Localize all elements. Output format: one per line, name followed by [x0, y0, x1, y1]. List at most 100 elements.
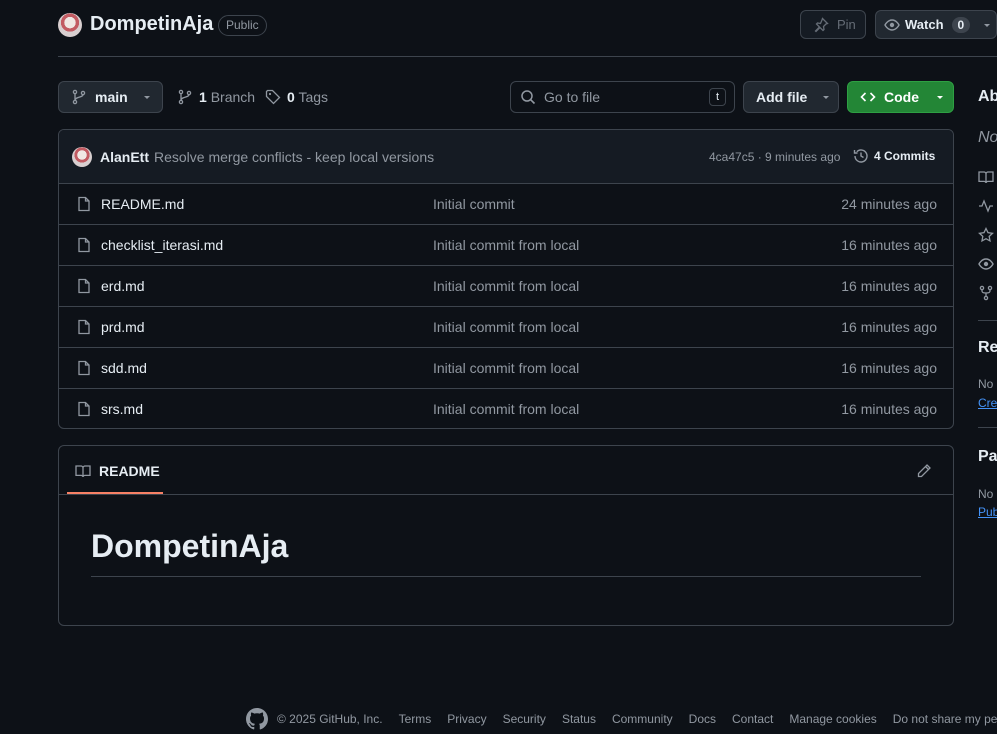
sidebar-divider: [978, 320, 997, 321]
readme-tab[interactable]: README: [67, 446, 163, 494]
heading-rule: [91, 576, 921, 577]
file-icon: [76, 319, 92, 335]
shortcut-hint: t: [709, 88, 726, 106]
readme-heading: DompetinAja: [91, 528, 289, 564]
search-placeholder: Go to file: [544, 89, 601, 105]
file-commit-message[interactable]: Initial commit from local: [433, 278, 579, 294]
latest-commit-bar: AlanEtt Resolve merge conflicts - keep l…: [59, 130, 953, 184]
eye-icon: [884, 17, 900, 33]
commit-author[interactable]: AlanEtt: [100, 149, 149, 165]
author-avatar[interactable]: [72, 147, 92, 167]
file-icon: [76, 360, 92, 376]
owner-avatar[interactable]: [58, 13, 82, 37]
add-file-label: Add file: [756, 89, 808, 105]
git-branch-icon: [177, 89, 193, 105]
footer-link[interactable]: Do not share my pers: [893, 712, 997, 726]
file-commit-message[interactable]: Initial commit from local: [433, 319, 579, 335]
about-heading: Ab: [978, 88, 997, 105]
github-logo-icon[interactable]: [246, 708, 268, 730]
book-icon: [75, 463, 91, 479]
footer-link[interactable]: Docs: [689, 712, 716, 726]
branch-count: 1: [199, 89, 207, 105]
file-name[interactable]: erd.md: [101, 278, 145, 294]
visibility-badge: Public: [218, 15, 267, 36]
footer-link[interactable]: Manage cookies: [789, 712, 876, 726]
branch-select-button[interactable]: main: [58, 81, 163, 113]
file-icon: [76, 196, 92, 212]
create-release-link[interactable]: Crea: [978, 396, 997, 410]
tag-icon: [265, 89, 281, 105]
footer-copyright: © 2025 GitHub, Inc.: [277, 712, 383, 726]
watch-button[interactable]: Watch 0: [875, 10, 997, 39]
file-row[interactable]: README.md Initial commit 24 minutes ago: [59, 184, 953, 225]
branches-link[interactable]: 1 Branch: [177, 89, 255, 105]
file-commit-message[interactable]: Initial commit from local: [433, 401, 579, 417]
file-name[interactable]: checklist_iterasi.md: [101, 237, 223, 253]
file-row[interactable]: checklist_iterasi.md Initial commit from…: [59, 225, 953, 266]
file-name[interactable]: srs.md: [101, 401, 143, 417]
git-branch-icon: [71, 89, 87, 105]
readme-panel: README DompetinAja: [58, 445, 954, 626]
history-icon: [853, 148, 869, 164]
packages-text: No: [978, 487, 994, 501]
watch-label: Watch: [905, 17, 944, 32]
pin-button[interactable]: Pin: [800, 10, 866, 39]
file-row[interactable]: sdd.md Initial commit from local 16 minu…: [59, 348, 953, 389]
releases-text: No: [978, 377, 994, 391]
releases-heading[interactable]: Re: [978, 339, 997, 357]
tags-link[interactable]: 0 Tags: [265, 89, 328, 105]
file-commit-message[interactable]: Initial commit: [433, 196, 515, 212]
footer-link[interactable]: Contact: [732, 712, 773, 726]
footer-link[interactable]: Status: [562, 712, 596, 726]
tags-label: Tags: [298, 89, 329, 105]
pencil-icon[interactable]: [916, 463, 932, 479]
chevron-down-icon: [821, 92, 831, 102]
code-label: Code: [884, 89, 919, 105]
pin-icon: [813, 16, 829, 33]
repo-name[interactable]: DompetinAja: [90, 13, 213, 36]
go-to-file-input[interactable]: Go to file t: [510, 81, 735, 113]
chevron-down-icon[interactable]: [982, 20, 992, 30]
file-commit-time: 16 minutes ago: [841, 319, 937, 335]
branch-label: Branch: [210, 89, 256, 105]
footer-link[interactable]: Privacy: [447, 712, 486, 726]
commits-count: 4 Commits: [874, 149, 936, 163]
footer-link[interactable]: Terms: [399, 712, 432, 726]
file-commit-time: 16 minutes ago: [841, 237, 937, 253]
eye-icon[interactable]: [978, 256, 994, 272]
file-row[interactable]: prd.md Initial commit from local 16 minu…: [59, 307, 953, 348]
file-commit-message[interactable]: Initial commit from local: [433, 360, 579, 376]
file-name[interactable]: prd.md: [101, 319, 145, 335]
footer: © 2025 GitHub, Inc. Terms Privacy Security…: [246, 708, 997, 730]
star-icon[interactable]: [978, 227, 994, 243]
add-file-button[interactable]: Add file: [743, 81, 839, 113]
packages-heading[interactable]: Pac: [978, 448, 997, 466]
file-commit-time: 16 minutes ago: [841, 360, 937, 376]
file-browser: AlanEtt Resolve merge conflicts - keep l…: [58, 129, 954, 429]
footer-link[interactable]: Community: [612, 712, 673, 726]
publish-package-link[interactable]: Pub: [978, 505, 997, 519]
file-name[interactable]: README.md: [101, 196, 184, 212]
file-name[interactable]: sdd.md: [101, 360, 147, 376]
file-commit-message[interactable]: Initial commit from local: [433, 237, 579, 253]
activity-icon[interactable]: [978, 198, 994, 214]
search-icon: [520, 89, 536, 105]
commits-link[interactable]: 4 Commits: [853, 148, 935, 164]
watch-count: 0: [951, 16, 971, 33]
code-button[interactable]: Code: [847, 81, 954, 113]
commit-message[interactable]: Resolve merge conflicts - keep local ver…: [154, 149, 434, 165]
commit-sha-time[interactable]: 4ca47c5 · 9 minutes ago: [709, 150, 840, 164]
footer-link[interactable]: Security: [503, 712, 546, 726]
chevron-down-icon: [935, 92, 945, 102]
readme-tab-label: README: [99, 463, 160, 479]
file-icon: [76, 237, 92, 253]
header-divider: [58, 56, 997, 57]
chevron-down-icon: [142, 92, 152, 102]
readme-book-icon[interactable]: [978, 169, 994, 185]
fork-icon[interactable]: [978, 285, 994, 301]
sidebar-divider: [978, 427, 997, 428]
file-commit-time: 16 minutes ago: [841, 278, 937, 294]
file-commit-time: 24 minutes ago: [841, 196, 937, 212]
file-row[interactable]: srs.md Initial commit from local 16 minu…: [59, 389, 953, 428]
file-row[interactable]: erd.md Initial commit from local 16 minu…: [59, 266, 953, 307]
